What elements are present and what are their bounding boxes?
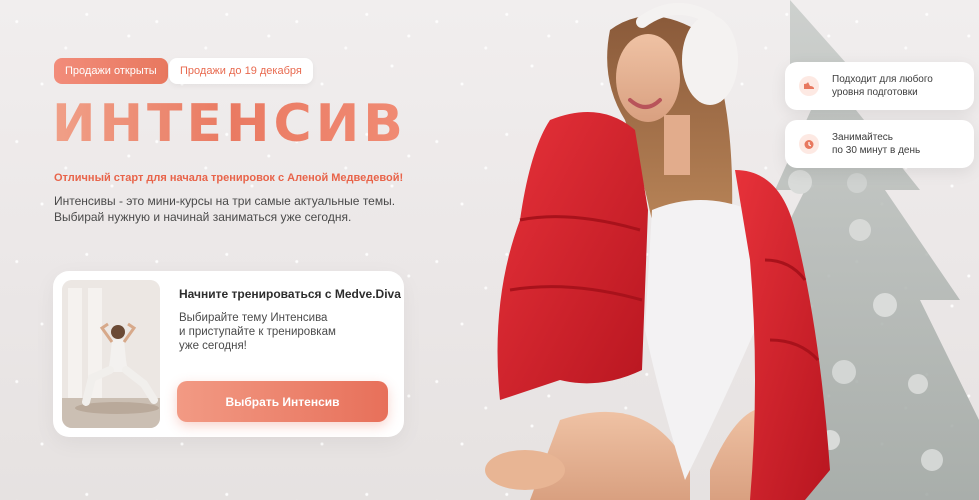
start-training-card: Начните тренироваться с Medve.Diva Выбир… xyxy=(53,271,404,437)
feature-text-line: Занимайтесь xyxy=(832,132,893,143)
feature-text-line: по 30 минут в день xyxy=(832,145,921,156)
choose-intensive-button[interactable]: Выбрать Интенсив xyxy=(177,381,388,422)
card-text-line: и приступайте к тренировкам xyxy=(179,326,336,338)
feature-text-line: уровня подготовки xyxy=(832,87,918,98)
feature-pill-level: Подходит для любого уровня подготовки xyxy=(785,62,974,110)
card-text-line: уже сегодня! xyxy=(179,340,247,352)
sales-deadline-badge: Продажи до 19 декабря xyxy=(169,58,313,84)
card-text: Выбирайте тему Интенсива и приступайте к… xyxy=(179,311,379,353)
workout-photo xyxy=(62,280,160,428)
sales-open-badge: Продажи открыты xyxy=(54,58,168,84)
alarm-clock-icon xyxy=(799,134,819,154)
card-title: Начните тренироваться с Medve.Diva xyxy=(179,287,401,301)
feature-text: Занимайтесь по 30 минут в день xyxy=(832,131,966,157)
card-text-line: Выбирайте тему Интенсива xyxy=(179,312,328,324)
shoe-icon xyxy=(799,76,819,96)
hero-subtitle: Отличный старт для начала тренировок с А… xyxy=(54,172,404,184)
feature-text: Подходит для любого уровня подготовки xyxy=(832,73,966,99)
feature-text-line: Подходит для любого xyxy=(832,74,933,85)
feature-pill-time: Занимайтесь по 30 минут в день xyxy=(785,120,974,168)
hero-description: Интенсивы - это мини-курсы на три самые … xyxy=(54,194,396,224)
lunge-woman-illustration xyxy=(62,280,160,428)
page-title: ИНТЕНСИВ xyxy=(52,94,407,154)
